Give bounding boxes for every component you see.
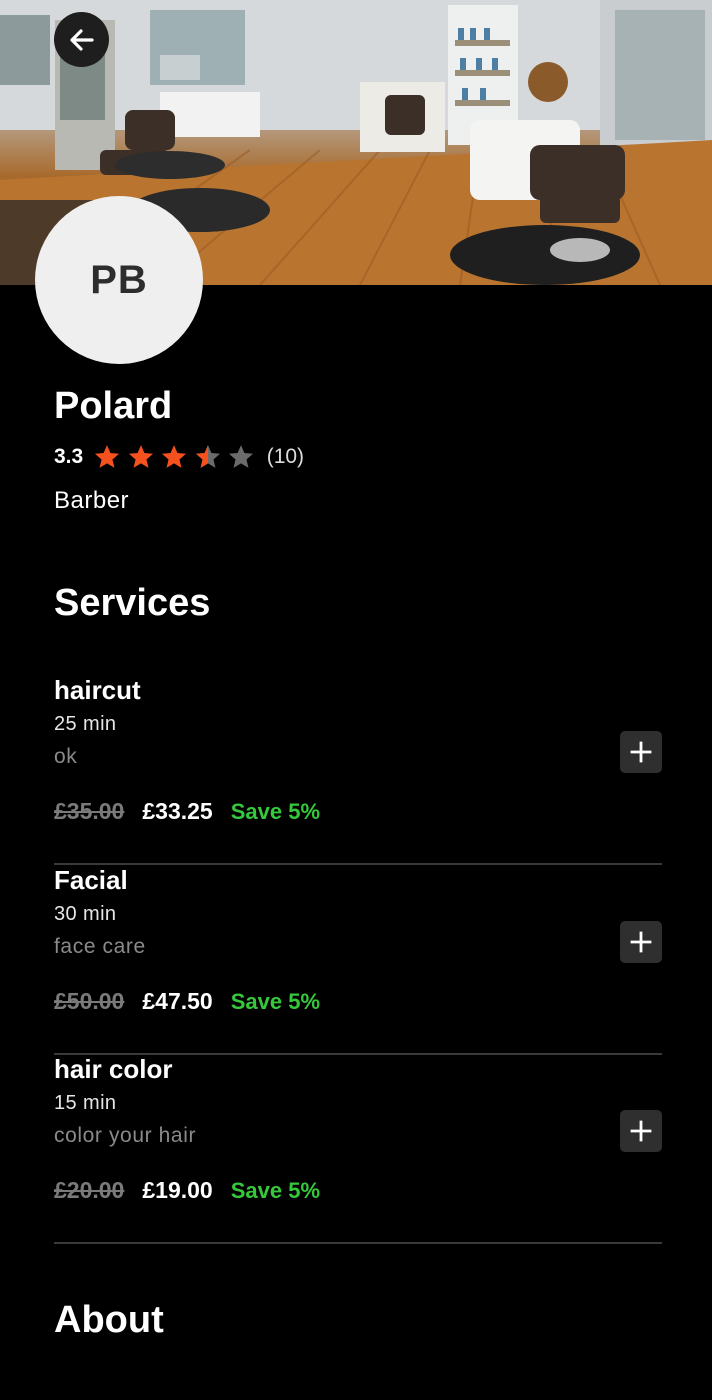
star-icon bbox=[195, 445, 220, 468]
star-icon bbox=[162, 445, 187, 468]
discount-badge: Save 5% bbox=[230, 1178, 321, 1203]
price-row: £35.00 £33.25 Save 5% bbox=[54, 798, 320, 825]
rating-row: 3.3 (10) bbox=[54, 442, 304, 472]
price-row: £50.00 £47.50 Save 5% bbox=[54, 988, 320, 1015]
arrow-left-icon bbox=[69, 28, 94, 51]
plus-icon bbox=[630, 741, 652, 763]
discounted-price: £33.25 bbox=[142, 798, 213, 824]
service-duration: 30 min bbox=[54, 903, 117, 925]
original-price: £50.00 bbox=[54, 988, 125, 1014]
business-category: Barber bbox=[54, 487, 130, 514]
star-rating bbox=[93, 443, 261, 471]
service-item: Facial 30 min face care £50.00 £47.50 Sa… bbox=[54, 865, 662, 1055]
service-duration: 25 min bbox=[54, 713, 117, 735]
service-description: ok bbox=[54, 745, 78, 768]
business-name: Polard bbox=[54, 385, 173, 427]
price-row: £20.00 £19.00 Save 5% bbox=[54, 1177, 320, 1204]
service-name: Facial bbox=[54, 865, 128, 895]
service-name: hair color bbox=[54, 1054, 173, 1084]
add-service-button[interactable] bbox=[620, 921, 662, 963]
service-duration: 15 min bbox=[54, 1092, 117, 1114]
add-service-button[interactable] bbox=[620, 1110, 662, 1152]
back-button[interactable] bbox=[54, 12, 109, 67]
avatar: PB bbox=[35, 196, 203, 364]
discounted-price: £47.50 bbox=[142, 988, 213, 1014]
plus-icon bbox=[630, 1120, 652, 1142]
star-icon bbox=[95, 445, 120, 468]
discount-badge: Save 5% bbox=[230, 799, 321, 824]
star-icon bbox=[229, 445, 254, 468]
service-description: face care bbox=[54, 935, 146, 958]
service-description: color your hair bbox=[54, 1124, 197, 1147]
star-icon bbox=[128, 445, 153, 468]
original-price: £35.00 bbox=[54, 798, 125, 824]
service-item: hair color 15 min color your hair £20.00… bbox=[54, 1054, 662, 1244]
plus-icon bbox=[630, 931, 652, 953]
original-price: £20.00 bbox=[54, 1177, 125, 1203]
add-service-button[interactable] bbox=[620, 731, 662, 773]
service-name: haircut bbox=[54, 675, 141, 705]
discount-badge: Save 5% bbox=[230, 989, 321, 1014]
about-heading: About bbox=[54, 1299, 164, 1341]
discounted-price: £19.00 bbox=[142, 1177, 213, 1203]
rating-value: 3.3 bbox=[54, 445, 84, 468]
services-heading: Services bbox=[54, 582, 211, 624]
avatar-initials: PB bbox=[90, 257, 148, 302]
rating-count: (10) bbox=[266, 445, 305, 468]
service-item: haircut 25 min ok £35.00 £33.25 Save 5% bbox=[54, 675, 662, 865]
